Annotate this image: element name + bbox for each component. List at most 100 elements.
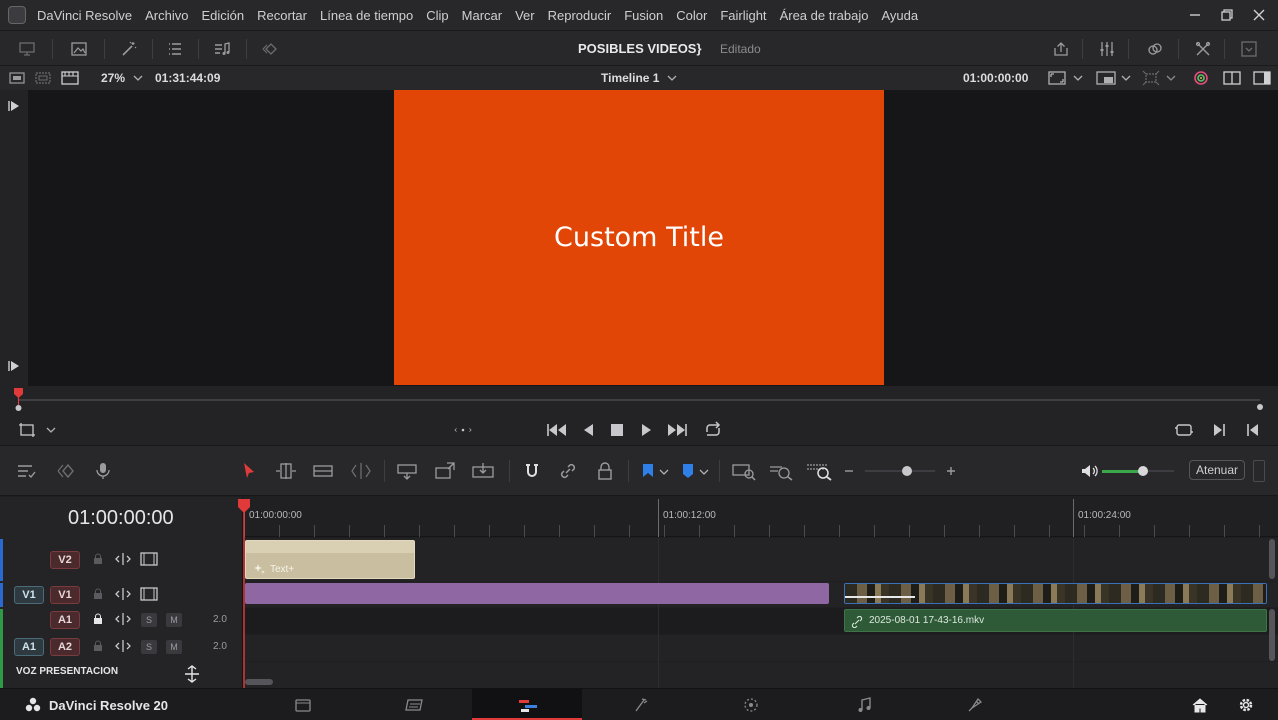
menu-item-12[interactable]: Área de trabajo	[780, 8, 869, 23]
timeline-playhead[interactable]	[237, 497, 251, 688]
color-wheel-icon[interactable]	[1192, 70, 1210, 86]
magic-wand-icon[interactable]	[120, 40, 138, 58]
a1-auto-select-icon[interactable]	[114, 612, 132, 626]
meter-toggle[interactable]	[1253, 460, 1265, 482]
match-frame-icon[interactable]	[1174, 421, 1194, 439]
marker-icon[interactable]	[678, 461, 698, 481]
attenuate-button[interactable]: Atenuar	[1189, 460, 1246, 480]
a2-mute-button[interactable]: M	[166, 640, 182, 654]
video-vertical-scrollbar[interactable]	[1269, 539, 1275, 579]
metadata-icon[interactable]	[1146, 40, 1164, 58]
microphone-icon[interactable]	[93, 461, 113, 481]
transform-chevron-icon[interactable]	[1166, 74, 1176, 82]
v1-lock-icon[interactable]	[93, 588, 103, 600]
track-v1-label[interactable]: V1	[50, 586, 80, 604]
custom-zoom-icon[interactable]	[805, 461, 833, 481]
timeline-chevron-down-icon[interactable]	[667, 74, 677, 82]
v1-auto-select-icon[interactable]	[114, 587, 132, 601]
v1-disable-track-icon[interactable]	[140, 587, 158, 601]
video-frame[interactable]: Custom Title	[394, 90, 884, 385]
inspector-icon[interactable]	[1194, 40, 1212, 58]
go-to-end-icon[interactable]	[666, 421, 688, 439]
loop-icon[interactable]	[703, 421, 723, 439]
menu-item-2[interactable]: Edición	[202, 8, 245, 23]
track-name[interactable]: VOZ PRESENTACION	[16, 666, 118, 677]
playhead-marker-icon[interactable]	[13, 386, 24, 414]
source-a1-patch[interactable]: A1	[14, 638, 44, 656]
media-page-icon[interactable]	[294, 696, 312, 714]
menu-item-4[interactable]: Línea de tiempo	[320, 8, 413, 23]
fusion-page-icon[interactable]	[632, 696, 650, 714]
track-a2-label[interactable]: A2	[50, 638, 80, 656]
v2-disable-track-icon[interactable]	[140, 552, 158, 566]
track-v2-label[interactable]: V2	[50, 551, 80, 569]
menu-item-5[interactable]: Clip	[426, 8, 448, 23]
color-page-icon[interactable]	[742, 696, 760, 714]
flag-icon[interactable]	[638, 461, 658, 481]
horizontal-scrollbar[interactable]	[245, 679, 273, 685]
menu-item-3[interactable]: Recortar	[257, 8, 307, 23]
go-to-start-icon[interactable]	[546, 421, 568, 439]
video-clip-thumbnails[interactable]	[844, 583, 1267, 604]
next-edit-icon[interactable]	[1210, 421, 1228, 439]
zoom-slider-track[interactable]	[865, 470, 935, 472]
media-pool-icon[interactable]	[18, 40, 36, 58]
audio-clip[interactable]: 2025-08-01 17-43-16.mkv	[844, 609, 1267, 632]
menu-item-0[interactable]: DaVinci Resolve	[37, 8, 132, 23]
effects-library-icon[interactable]	[70, 40, 88, 58]
deliver-page-icon[interactable]	[966, 696, 984, 714]
fairlight-page-icon[interactable]	[855, 696, 873, 714]
zoom-in-icon[interactable]	[945, 465, 957, 477]
prev-edit-icon[interactable]	[1244, 421, 1262, 439]
flag-chevron-icon[interactable]	[659, 468, 669, 476]
mixer-icon[interactable]	[1098, 40, 1116, 58]
overwrite-clip-icon[interactable]	[433, 461, 457, 481]
zoom-slider-thumb[interactable]	[902, 466, 912, 476]
share-icon[interactable]	[1052, 40, 1070, 58]
marker-chevron-icon[interactable]	[699, 468, 709, 476]
selection-tool-icon[interactable]	[239, 461, 259, 481]
cut-page-icon[interactable]	[404, 696, 426, 714]
restore-icon[interactable]	[1220, 8, 1234, 22]
text-plus-clip[interactable]: Text+	[245, 540, 415, 579]
full-extent-zoom-icon[interactable]	[731, 461, 757, 481]
settings-gear-icon[interactable]	[1237, 696, 1255, 714]
v2-auto-select-icon[interactable]	[114, 552, 132, 566]
transform-icon[interactable]	[1142, 70, 1160, 86]
viewer-mode-chevron-icon[interactable]	[1073, 74, 1083, 82]
home-icon[interactable]	[1191, 696, 1209, 714]
crop-chevron-icon[interactable]	[46, 426, 56, 434]
replace-clip-icon[interactable]	[470, 461, 496, 481]
v2-lock-icon[interactable]	[93, 553, 103, 565]
dynamic-trim-icon[interactable]	[311, 461, 335, 481]
a1-solo-button[interactable]: S	[141, 613, 157, 627]
menu-item-6[interactable]: Marcar	[462, 8, 502, 23]
panel-collapse-icon[interactable]	[1240, 40, 1258, 58]
source-viewer-icon[interactable]	[61, 70, 79, 86]
a2-lock-icon[interactable]	[93, 640, 103, 652]
insert-clip-icon[interactable]	[395, 461, 419, 481]
track-a1-label[interactable]: A1	[50, 611, 80, 629]
go-to-in-icon[interactable]	[8, 100, 20, 112]
position-lock-icon[interactable]	[595, 461, 615, 481]
viewer-mode-icon[interactable]	[1048, 70, 1066, 86]
edit-index-icon[interactable]	[166, 40, 184, 58]
hd-overlay-icon[interactable]	[1096, 70, 1116, 86]
timeline-options-icon[interactable]	[16, 461, 36, 481]
layout-dual-icon[interactable]	[35, 71, 51, 85]
overlay-chevron-icon[interactable]	[1121, 74, 1131, 82]
minimize-icon[interactable]	[1188, 8, 1202, 22]
audio-vertical-scrollbar[interactable]	[1269, 609, 1275, 661]
zoom-out-icon[interactable]	[843, 465, 855, 477]
source-v1-patch[interactable]: V1	[14, 586, 44, 604]
menu-item-7[interactable]: Ver	[515, 8, 535, 23]
purple-video-clip[interactable]	[245, 583, 829, 604]
timeline-timecode[interactable]: 01:00:00:00	[68, 507, 174, 530]
a2-solo-button[interactable]: S	[141, 640, 157, 654]
play-icon[interactable]	[637, 421, 655, 439]
menu-item-10[interactable]: Color	[676, 8, 707, 23]
go-to-out-icon[interactable]	[8, 360, 20, 372]
a2-auto-select-icon[interactable]	[114, 639, 132, 653]
scrub-end-handle-icon[interactable]	[1255, 402, 1265, 412]
play-reverse-icon[interactable]	[580, 421, 598, 439]
